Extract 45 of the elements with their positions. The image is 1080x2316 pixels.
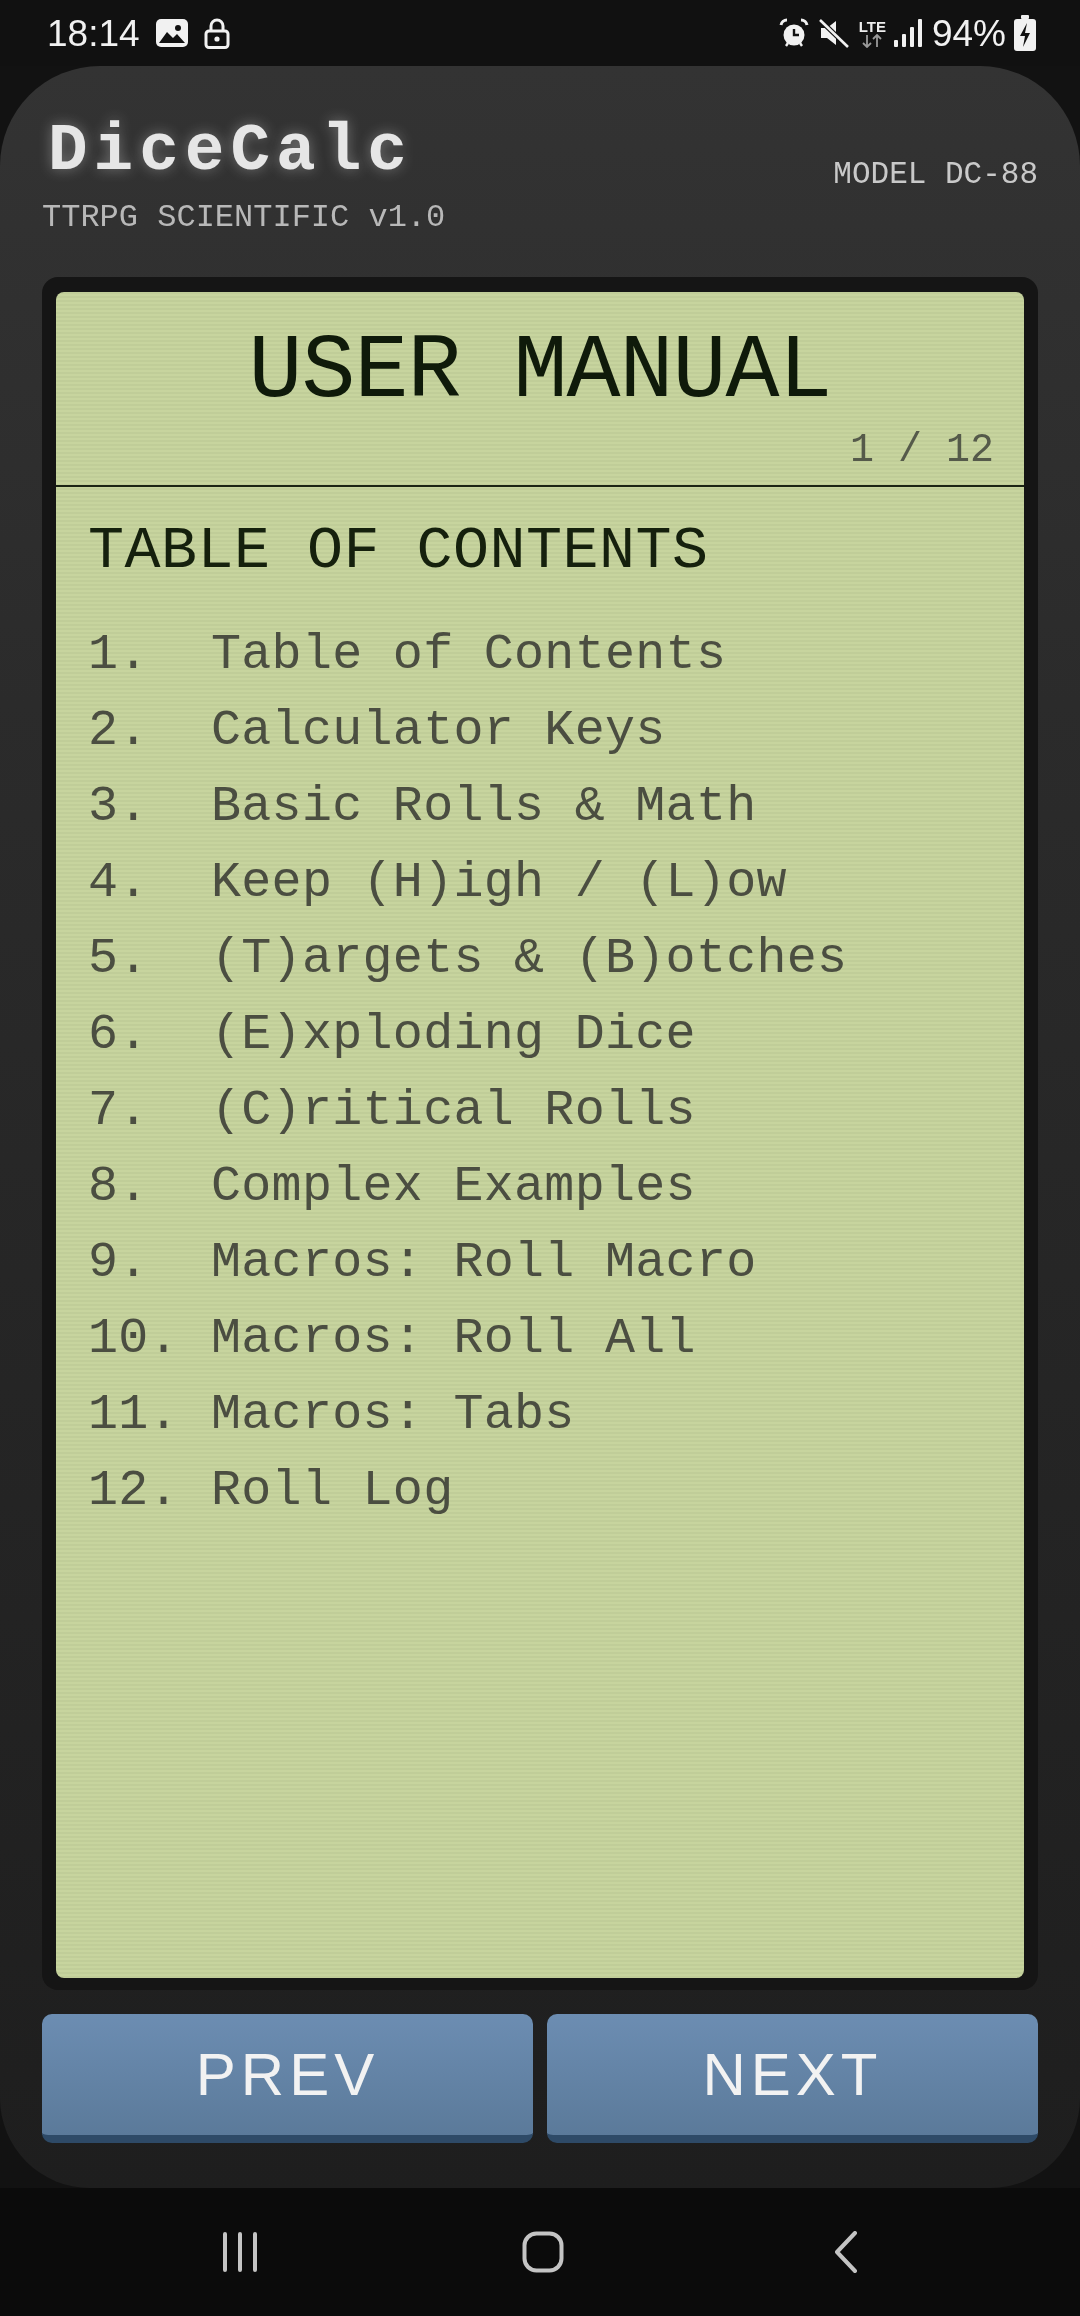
lock-icon [203, 17, 230, 49]
toc-number: 4. [88, 853, 150, 913]
toc-title: (E)xploding Dice [211, 1006, 696, 1063]
toc-number: 7. [88, 1081, 150, 1141]
toc-title: (C)ritical Rolls [211, 1082, 696, 1139]
network-type: LTE [858, 18, 886, 34]
toc-number: 3. [88, 777, 150, 837]
toc-number: 11. [88, 1385, 180, 1445]
back-icon[interactable] [833, 2231, 858, 2273]
toc-title: Macros: Tabs [211, 1386, 575, 1443]
home-icon[interactable] [521, 2231, 564, 2273]
manual-title: USER MANUAL [247, 320, 833, 417]
signal-icon [893, 19, 924, 47]
muted-speaker-icon [816, 17, 851, 49]
toc-number: 12. [88, 1461, 180, 1521]
toc-title: Roll Log [211, 1462, 454, 1519]
page-indicator: 1 / 12 [848, 431, 995, 471]
toc-number: 1. [88, 625, 150, 685]
toc-number: 10. [88, 1309, 180, 1369]
recent-apps-icon[interactable] [220, 2232, 259, 2272]
toc-title: Keep (H)igh / (L)ow [211, 854, 787, 911]
toc-number: 6. [88, 1005, 150, 1065]
section-heading: TABLE OF CONTENTS [87, 521, 710, 581]
status-time: 18:14 [47, 14, 140, 52]
alarm-clock-icon [778, 18, 809, 48]
toc-title: Table of Contents [211, 626, 727, 683]
toc-number: 8. [88, 1157, 150, 1217]
toc-title: Calculator Keys [211, 702, 666, 759]
battery-level: 94% [931, 14, 1006, 52]
toc-title: Macros: Roll All [211, 1310, 696, 1367]
toc-number: 2. [88, 701, 150, 761]
image-icon [155, 19, 188, 47]
toc-title: (T)argets & (B)otches [211, 930, 848, 987]
next-button[interactable]: NEXT [547, 2014, 1038, 2143]
app-logo: DiceCalc [48, 119, 414, 185]
toc-title: Complex Examples [211, 1158, 696, 1215]
toc-title: Macros: Roll Macro [211, 1234, 757, 1291]
battery-charging-icon [1014, 15, 1036, 51]
model-label: MODEL DC-88 [833, 159, 1038, 190]
prev-button[interactable]: PREV [42, 2014, 533, 2143]
toc-number: 5. [88, 929, 150, 989]
app-subtitle: TTRPG SCIENTIFIC v1.0 [42, 202, 446, 234]
toc-title: Basic Rolls & Math [211, 778, 757, 835]
toc-number: 9. [88, 1233, 150, 1293]
data-arrows-icon [861, 33, 884, 48]
